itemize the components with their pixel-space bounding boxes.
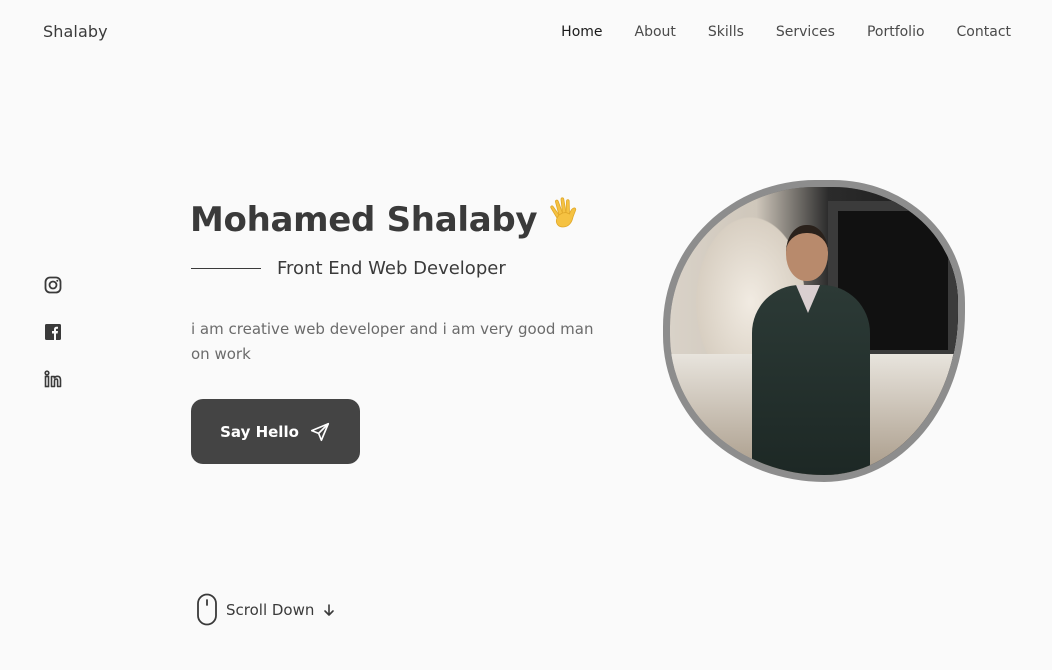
nav-item-home[interactable]: Home	[561, 24, 602, 40]
hero-subtitle: Front End Web Developer	[191, 258, 506, 279]
waving-hand-icon	[545, 194, 585, 234]
facebook-icon[interactable]	[43, 322, 63, 342]
header: Shalaby Home About Skills Services Portf…	[0, 0, 1052, 68]
send-icon	[310, 422, 329, 441]
subtitle-text: Front End Web Developer	[277, 258, 506, 279]
say-hello-button[interactable]: Say Hello	[191, 399, 360, 464]
hero-name: Mohamed Shalaby	[190, 200, 538, 240]
subtitle-divider	[191, 268, 261, 269]
logo-link[interactable]: Shalaby	[43, 22, 108, 41]
nav-item-contact[interactable]: Contact	[957, 24, 1011, 40]
profile-image	[663, 180, 965, 482]
hero-description: i am creative web developer and i am ver…	[191, 320, 594, 363]
mouse-icon	[197, 593, 217, 626]
nav-item-skills[interactable]: Skills	[708, 24, 744, 40]
nav-item-portfolio[interactable]: Portfolio	[867, 24, 925, 40]
arrow-down-icon	[324, 603, 335, 616]
scroll-down-link[interactable]: Scroll Down	[196, 593, 336, 626]
say-hello-label: Say Hello	[220, 422, 299, 441]
photo-person-suit	[752, 285, 870, 475]
nav-item-services[interactable]: Services	[776, 24, 835, 40]
linkedin-icon[interactable]	[43, 369, 63, 389]
social-links	[43, 275, 63, 389]
profile-photo-blob	[663, 180, 965, 482]
nav-item-about[interactable]: About	[635, 24, 676, 40]
hero-heading: Mohamed Shalaby	[190, 197, 585, 240]
main-nav: Home About Skills Services Portfolio Con…	[561, 24, 1011, 40]
scroll-down-label: Scroll Down	[226, 600, 315, 619]
instagram-icon[interactable]	[43, 275, 63, 295]
photo-person-head	[786, 225, 828, 281]
